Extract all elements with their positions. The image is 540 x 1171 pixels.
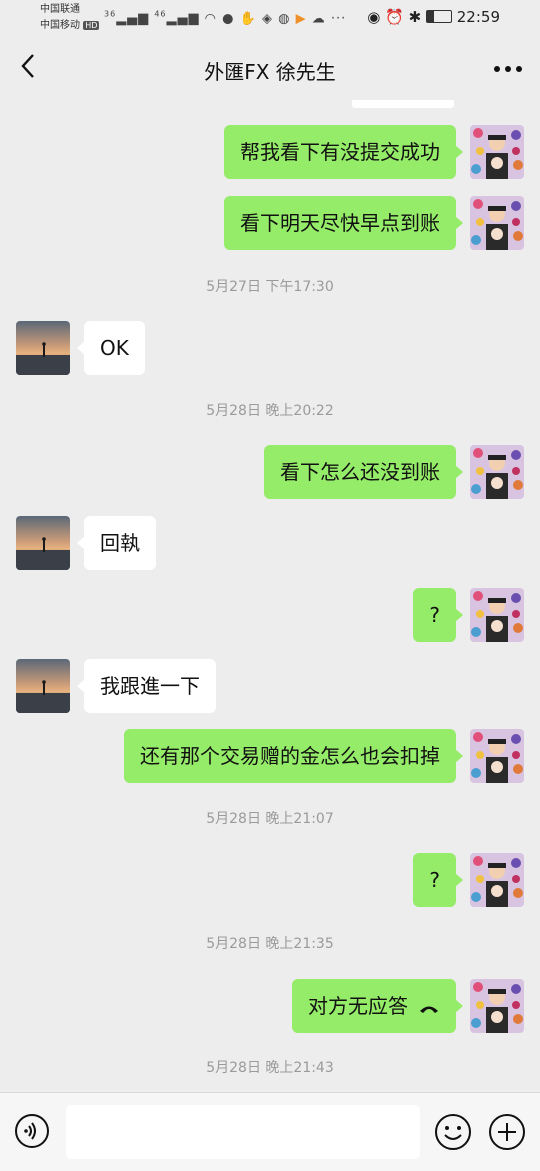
message-text: 看下怎么还没到账	[280, 460, 440, 484]
emoji-button[interactable]	[434, 1113, 472, 1151]
weather-icon: ☁	[311, 11, 326, 27]
status-right: ◉ ⏰ ✱ 22:59	[367, 8, 500, 26]
clock-time: 22:59	[456, 8, 500, 26]
globe-icon: ◍	[278, 11, 291, 27]
wifi-icon: ◠	[204, 11, 217, 27]
more-functions-button[interactable]	[488, 1113, 526, 1151]
message-text: 对方无应答	[308, 994, 408, 1018]
my-avatar[interactable]	[470, 853, 524, 907]
emoji-icon	[435, 1114, 471, 1150]
message-bubble[interactable]: 看下明天尽快早点到账	[224, 196, 463, 250]
battery-icon	[425, 10, 452, 23]
my-avatar[interactable]	[470, 588, 524, 642]
my-avatar[interactable]	[470, 729, 524, 783]
my-avatar[interactable]	[470, 979, 524, 1033]
message-bubble[interactable]: ?	[413, 853, 463, 907]
signal-46-icon: 46▂▄▆	[154, 10, 200, 27]
message-text: 看下明天尽快早点到账	[240, 211, 440, 235]
alarm-icon: ⏰	[385, 8, 404, 26]
previous-message-peek	[352, 100, 454, 108]
message-bubble[interactable]: 帮我看下有没提交成功	[224, 125, 463, 179]
chat-area[interactable]: 帮我看下有没提交成功 看下明天尽快早点到账 5月27日 下午17:30 OK 5月28日…	[0, 100, 540, 1090]
message-text: OK	[100, 336, 129, 360]
chat-header: 外匯FX 徐先生	[0, 36, 540, 100]
contact-avatar[interactable]	[16, 516, 70, 570]
my-avatar[interactable]	[470, 445, 524, 499]
shield-icon: ◈	[261, 11, 273, 27]
hd-badge: HD	[83, 21, 100, 30]
plus-icon	[489, 1114, 525, 1150]
message-text: 回執	[100, 531, 140, 555]
hand-icon: ✋	[239, 11, 257, 27]
voice-icon	[15, 1114, 49, 1148]
message-bubble[interactable]: 我跟進一下	[77, 659, 216, 713]
contact-avatar[interactable]	[16, 659, 70, 713]
message-bubble[interactable]: 对方无应答	[292, 979, 463, 1033]
message-bubble[interactable]: ?	[413, 588, 463, 642]
phone-hangup-icon	[418, 994, 440, 1018]
signal-36-icon: 36▂▄▆	[104, 10, 150, 27]
status-bar: 中国联通 中国移动 HD 36▂▄▆ 46▂▄▆ ◠ ● ✋ ◈ ◍ ▶ ☁ ·…	[0, 0, 540, 36]
timestamp: 5月28日 晚上21:43	[206, 1060, 334, 1076]
more-notifications-icon: ···	[330, 11, 347, 27]
carrier-1: 中国联通	[40, 4, 80, 15]
message-bubble[interactable]: OK	[77, 321, 145, 375]
timestamp: 5月28日 晚上21:35	[206, 936, 334, 952]
message-bubble[interactable]: 看下怎么还没到账	[264, 445, 463, 499]
video-app-icon: ▶	[295, 11, 307, 27]
message-input[interactable]	[66, 1105, 420, 1159]
message-text: 还有那个交易赠的金怎么也会扣掉	[140, 744, 440, 768]
message-bubble[interactable]: 回執	[77, 516, 156, 570]
timestamp: 5月27日 下午17:30	[206, 279, 334, 295]
carrier-2: 中国移动 HD	[40, 20, 100, 31]
chat-title: 外匯FX 徐先生	[204, 60, 336, 84]
voice-input-button[interactable]	[14, 1113, 50, 1149]
message-icon: ●	[222, 11, 235, 27]
input-bar	[0, 1092, 540, 1171]
timestamp: 5月28日 晚上20:22	[206, 403, 334, 419]
message-bubble[interactable]: 还有那个交易赠的金怎么也会扣掉	[124, 729, 463, 783]
contact-avatar[interactable]	[16, 321, 70, 375]
more-icon	[494, 66, 522, 72]
eye-icon: ◉	[367, 8, 381, 26]
message-text: ?	[429, 603, 440, 627]
message-text: 我跟進一下	[100, 674, 200, 698]
status-icons: 36▂▄▆ 46▂▄▆ ◠ ● ✋ ◈ ◍ ▶ ☁ ···	[104, 10, 346, 26]
timestamp: 5月28日 晚上21:07	[206, 811, 334, 827]
my-avatar[interactable]	[470, 125, 524, 179]
message-text: ?	[429, 868, 440, 892]
more-options-button[interactable]	[494, 54, 522, 79]
my-avatar[interactable]	[470, 196, 524, 250]
bluetooth-icon: ✱	[408, 8, 422, 26]
message-text: 帮我看下有没提交成功	[240, 140, 440, 164]
